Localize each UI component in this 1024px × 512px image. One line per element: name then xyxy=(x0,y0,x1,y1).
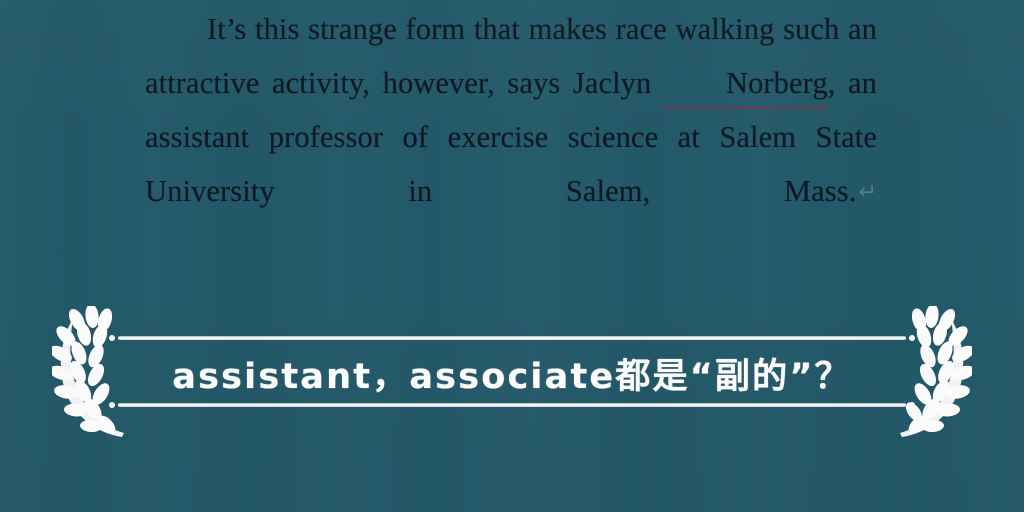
screenshot-root: It’s this strange form that makes race w… xyxy=(0,0,1024,512)
banner-rule-bottom xyxy=(109,402,915,408)
laurel-branch-right-icon xyxy=(900,306,972,437)
paragraph-return-mark: ↵ xyxy=(858,180,877,205)
rule-end-dot-left xyxy=(109,402,115,408)
banner-title: assistant，associate都是“副的”？ xyxy=(172,356,852,397)
banner-inner: assistant，associate都是“副的”？ xyxy=(109,306,915,446)
misspelled-word-norberg[interactable]: Norberg xyxy=(663,56,828,110)
banner-rule-top xyxy=(109,335,915,341)
paragraph: It’s this strange form that makes race w… xyxy=(145,2,877,274)
title-banner: assistant，associate都是“副的”？ xyxy=(52,306,972,446)
document-text-block: It’s this strange form that makes race w… xyxy=(145,2,877,274)
rule-end-dot-left xyxy=(109,335,115,341)
